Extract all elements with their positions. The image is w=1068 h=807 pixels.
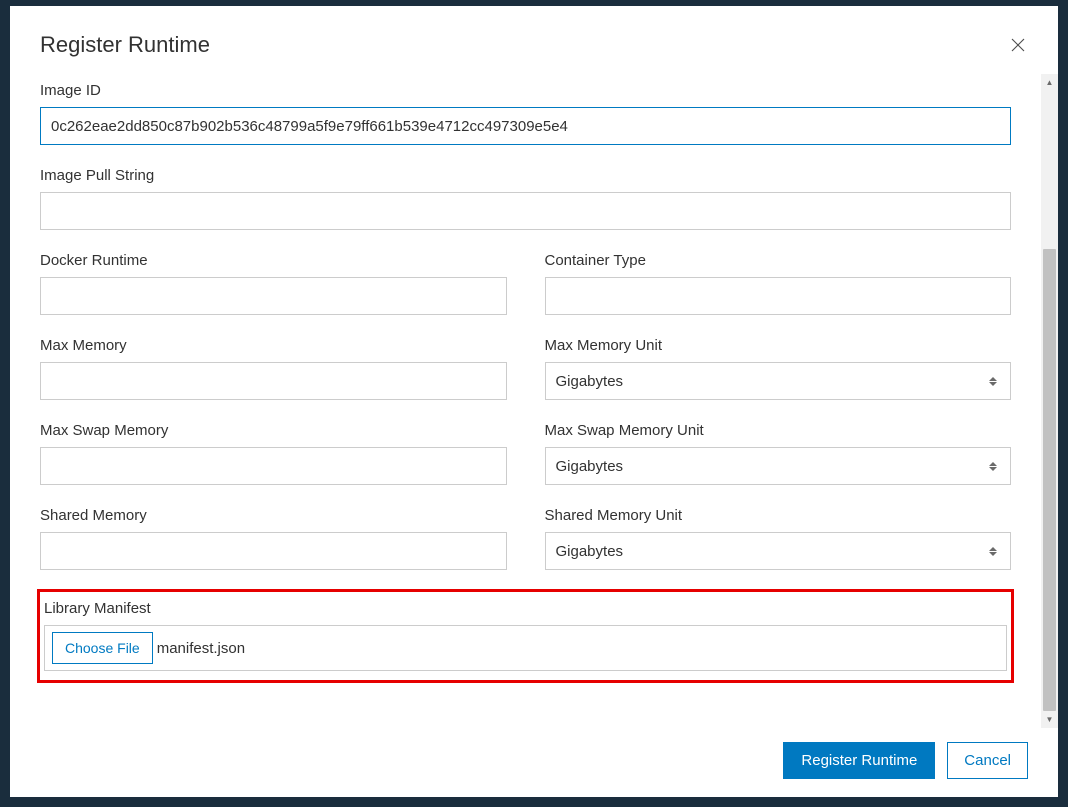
vertical-scrollbar[interactable]: ▲ ▼ (1041, 74, 1058, 728)
docker-runtime-input[interactable] (40, 277, 507, 315)
container-type-label: Container Type (545, 252, 1012, 269)
library-manifest-section: Library Manifest Choose File manifest.js… (37, 589, 1014, 683)
cancel-button[interactable]: Cancel (947, 742, 1028, 779)
close-icon (1009, 36, 1027, 54)
close-button[interactable] (1008, 35, 1028, 55)
shared-memory-unit-value: Gigabytes (556, 543, 624, 560)
max-swap-memory-unit-value: Gigabytes (556, 458, 624, 475)
library-manifest-field: Library Manifest Choose File manifest.js… (44, 598, 1007, 671)
max-memory-unit-label: Max Memory Unit (545, 337, 1012, 354)
spinner-icon (986, 462, 1000, 471)
library-manifest-input-box: Choose File manifest.json (44, 625, 1007, 671)
max-memory-label: Max Memory (40, 337, 507, 354)
scroll-up-arrow-icon[interactable]: ▲ (1041, 74, 1058, 91)
container-type-field: Container Type (545, 252, 1012, 315)
max-swap-memory-field: Max Swap Memory (40, 422, 507, 485)
max-memory-input[interactable] (40, 362, 507, 400)
max-memory-unit-field: Max Memory Unit Gigabytes (545, 337, 1012, 400)
docker-runtime-label: Docker Runtime (40, 252, 507, 269)
shared-memory-label: Shared Memory (40, 507, 507, 524)
choose-file-button[interactable]: Choose File (52, 632, 153, 664)
modal-body: Image ID Image Pull String Docker Runtim… (10, 74, 1041, 728)
max-swap-memory-unit-field: Max Swap Memory Unit Gigabytes (545, 422, 1012, 485)
image-id-label: Image ID (40, 82, 1011, 99)
shared-memory-field: Shared Memory (40, 507, 507, 570)
spinner-icon (986, 547, 1000, 556)
shared-memory-unit-select[interactable]: Gigabytes (545, 532, 1012, 570)
library-manifest-label: Library Manifest (44, 600, 1007, 617)
register-runtime-modal: Register Runtime Image ID Image Pull Str… (10, 6, 1058, 797)
modal-body-wrap: Image ID Image Pull String Docker Runtim… (10, 74, 1058, 728)
modal-footer: Register Runtime Cancel (10, 728, 1058, 797)
register-runtime-button[interactable]: Register Runtime (783, 742, 935, 779)
max-memory-unit-select[interactable]: Gigabytes (545, 362, 1012, 400)
image-id-field: Image ID (40, 82, 1011, 145)
scroll-down-arrow-icon[interactable]: ▼ (1041, 711, 1058, 728)
image-pull-string-field: Image Pull String (40, 167, 1011, 230)
spinner-icon (986, 377, 1000, 386)
image-id-input[interactable] (40, 107, 1011, 145)
max-swap-memory-label: Max Swap Memory (40, 422, 507, 439)
chosen-file-name: manifest.json (157, 640, 245, 657)
max-swap-memory-unit-label: Max Swap Memory Unit (545, 422, 1012, 439)
modal-header: Register Runtime (10, 6, 1058, 74)
max-memory-unit-value: Gigabytes (556, 373, 624, 390)
shared-memory-unit-field: Shared Memory Unit Gigabytes (545, 507, 1012, 570)
image-pull-string-input[interactable] (40, 192, 1011, 230)
image-pull-string-label: Image Pull String (40, 167, 1011, 184)
shared-memory-input[interactable] (40, 532, 507, 570)
max-swap-memory-unit-select[interactable]: Gigabytes (545, 447, 1012, 485)
max-swap-memory-input[interactable] (40, 447, 507, 485)
max-memory-field: Max Memory (40, 337, 507, 400)
modal-title: Register Runtime (40, 32, 210, 58)
container-type-input[interactable] (545, 277, 1012, 315)
docker-runtime-field: Docker Runtime (40, 252, 507, 315)
shared-memory-unit-label: Shared Memory Unit (545, 507, 1012, 524)
scroll-thumb[interactable] (1043, 249, 1056, 711)
